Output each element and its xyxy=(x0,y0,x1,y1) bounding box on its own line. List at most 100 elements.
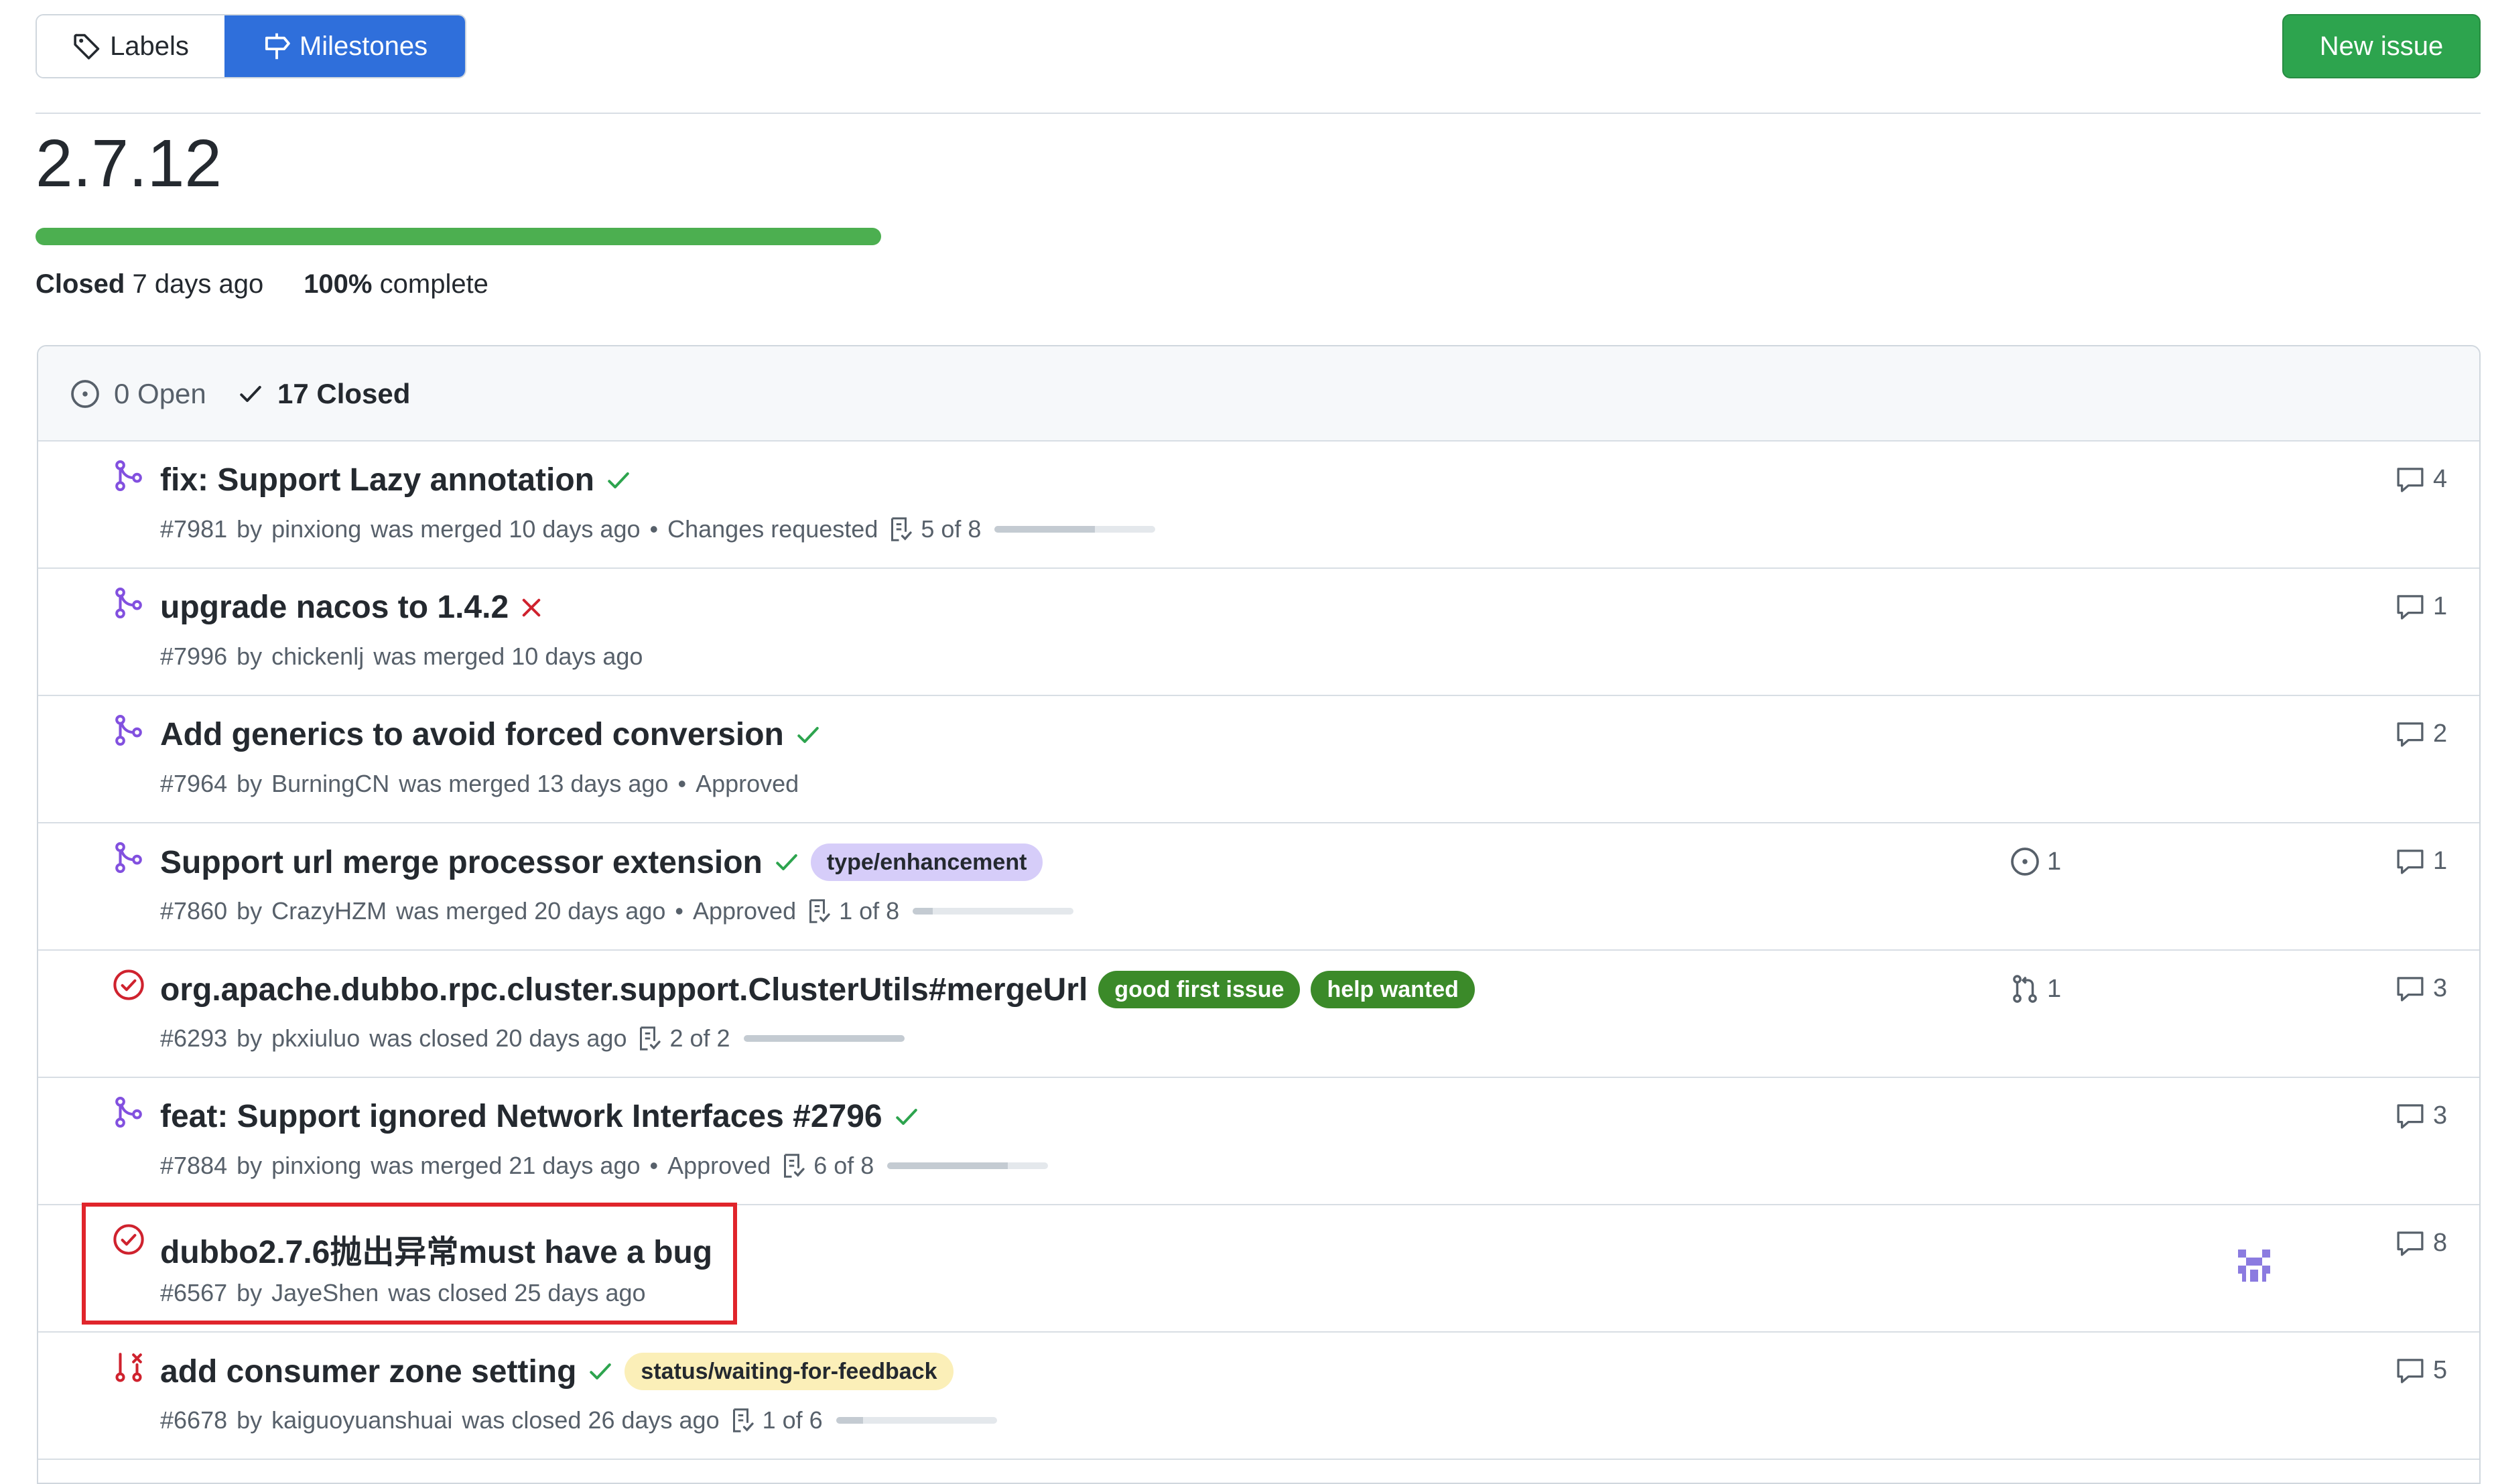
percent-label: 100% xyxy=(304,269,373,299)
comments-count[interactable]: 8 xyxy=(2395,1228,2447,1258)
linked-count[interactable]: 1 xyxy=(2010,846,2061,877)
issue-title-link[interactable]: org.apache.dubbo.rpc.cluster.support.Clu… xyxy=(160,971,1088,1008)
separator-dot: • xyxy=(649,515,659,543)
issue-author[interactable]: pkxiuluo xyxy=(271,1024,360,1053)
comments-count-value: 1 xyxy=(2433,592,2448,620)
issue-label[interactable]: good first issue xyxy=(1098,971,1301,1008)
comments-count[interactable]: 2 xyxy=(2395,719,2447,748)
issue-row[interactable]: fix: Support Lazy annotation #7981 by pinxi… xyxy=(38,442,2479,569)
by-label: by xyxy=(237,897,263,925)
separator-dot: • xyxy=(649,1152,659,1179)
closed-filter[interactable]: 17 Closed xyxy=(237,378,410,410)
issue-action: was merged 10 days ago xyxy=(373,643,643,670)
check-status-icon[interactable] xyxy=(587,1358,614,1385)
comment-icon xyxy=(2397,1231,2424,1256)
issue-author[interactable]: BurningCN xyxy=(271,770,389,798)
task-progress-fill xyxy=(887,1162,1008,1169)
issue-meta: #6678 by kaiguoyuanshuai was closed 26 days… xyxy=(160,1406,997,1434)
issue-number[interactable]: #7981 xyxy=(160,515,227,543)
closed-pr-icon xyxy=(112,1350,145,1384)
check-status-icon[interactable] xyxy=(893,1103,920,1130)
issue-row[interactable]: org.apache.dubbo.rpc.cluster.support.Clu… xyxy=(38,951,2479,1078)
issue-title-link[interactable]: Support url merge processor extension xyxy=(160,844,763,881)
issue-row[interactable]: Add generics to avoid forced conversion #… xyxy=(38,696,2479,823)
issue-row[interactable]: feat: Support ignored Network Interfaces… xyxy=(38,1078,2479,1205)
pull-request-icon xyxy=(2013,975,2037,1003)
comments-count[interactable]: 1 xyxy=(2395,846,2447,876)
merged-pr-icon xyxy=(112,1095,145,1129)
assignee-avatar[interactable] xyxy=(2234,1245,2274,1286)
review-status[interactable]: Approved xyxy=(693,897,796,925)
issue-number[interactable]: #7860 xyxy=(160,897,227,925)
x-status-icon[interactable] xyxy=(519,596,543,620)
milestones-tab[interactable]: Milestones xyxy=(224,15,465,77)
issue-author[interactable]: kaiguoyuanshuai xyxy=(271,1406,452,1434)
issue-number[interactable]: #6293 xyxy=(160,1024,227,1053)
issue-title-link[interactable]: feat: Support ignored Network Interfaces… xyxy=(160,1098,882,1135)
comments-count-value: 3 xyxy=(2433,973,2448,1002)
highlight-box xyxy=(82,1203,737,1325)
issue-row[interactable]: add consumer zone setting status/waiting-… xyxy=(38,1333,2479,1460)
milestones-tab-label: Milestones xyxy=(299,31,428,61)
task-count: 1 of 6 xyxy=(762,1406,823,1434)
comments-count[interactable]: 5 xyxy=(2395,1355,2447,1385)
issue-title-link[interactable]: fix: Support Lazy annotation xyxy=(160,462,594,498)
milestone-progress-bar xyxy=(36,228,881,245)
issue-author[interactable]: pinxiong xyxy=(271,515,361,543)
comments-count[interactable]: 3 xyxy=(2395,1101,2447,1130)
issue-label[interactable]: type/enhancement xyxy=(810,844,1043,881)
issue-number[interactable]: #6678 xyxy=(160,1406,227,1434)
check-status-icon[interactable] xyxy=(605,467,632,494)
issue-label[interactable]: help wanted xyxy=(1311,971,1475,1008)
issue-title-link[interactable]: Add generics to avoid forced conversion xyxy=(160,716,784,753)
task-progress-fill xyxy=(836,1417,863,1424)
issue-title-link[interactable]: upgrade nacos to 1.4.2 xyxy=(160,589,509,626)
merged-pr-icon xyxy=(112,841,145,874)
comment-icon xyxy=(2397,850,2424,874)
issue-title-line: fix: Support Lazy annotation xyxy=(160,462,632,498)
complete-label: complete xyxy=(379,269,488,299)
issue-author[interactable]: pinxiong xyxy=(271,1152,361,1180)
merged-pr-icon xyxy=(112,586,145,620)
labels-tab[interactable]: Labels xyxy=(37,15,224,77)
divider xyxy=(36,113,2481,114)
issue-author[interactable]: chickenlj xyxy=(271,643,364,671)
comments-count-value: 4 xyxy=(2433,464,2448,493)
task-progress: 1 of 8 xyxy=(805,897,1074,925)
milestone-meta: Closed 7 days ago 100% complete xyxy=(36,265,488,303)
milestone-title: 2.7.12 xyxy=(36,126,222,201)
task-count: 5 of 8 xyxy=(921,515,982,543)
check-status-icon[interactable] xyxy=(773,849,800,876)
review-status[interactable]: Approved xyxy=(667,1152,771,1180)
check-status-icon[interactable] xyxy=(795,722,822,748)
task-count: 2 of 2 xyxy=(669,1024,730,1052)
issue-action: was merged 21 days ago xyxy=(371,1152,641,1179)
new-issue-button[interactable]: New issue xyxy=(2282,14,2481,78)
issue-author[interactable]: CrazyHZM xyxy=(271,897,387,925)
review-status[interactable]: Changes requested xyxy=(667,515,878,543)
issue-row[interactable]: upgrade nacos to 1.4.2 #7996 by chickenlj wa… xyxy=(38,569,2479,696)
open-count: 0 Open xyxy=(114,378,206,409)
issue-action: was merged 20 days ago xyxy=(396,897,666,925)
issue-number[interactable]: #7884 xyxy=(160,1152,227,1180)
issue-icon xyxy=(2011,848,2039,876)
task-progress-bar xyxy=(743,1035,905,1042)
comments-count[interactable]: 3 xyxy=(2395,973,2447,1003)
comments-count[interactable]: 1 xyxy=(2395,592,2447,621)
comments-count[interactable]: 4 xyxy=(2395,464,2447,494)
review-status[interactable]: Approved xyxy=(696,770,799,798)
issue-row[interactable]: Support url merge processor extension typ… xyxy=(38,823,2479,951)
linked-count[interactable]: 1 xyxy=(2010,973,2061,1004)
comments-count-value: 1 xyxy=(2433,846,2448,875)
issue-action: was merged 13 days ago xyxy=(399,770,669,797)
issue-number[interactable]: #7996 xyxy=(160,643,227,671)
task-count: 6 of 8 xyxy=(813,1152,874,1179)
issue-title-line: upgrade nacos to 1.4.2 xyxy=(160,589,543,626)
issue-number[interactable]: #7964 xyxy=(160,770,227,798)
task-progress: 2 of 2 xyxy=(636,1024,905,1053)
open-filter[interactable]: 0 Open xyxy=(70,378,206,410)
issue-title-link[interactable]: add consumer zone setting xyxy=(160,1353,576,1390)
comment-icon xyxy=(2397,468,2424,492)
issue-label[interactable]: status/waiting-for-feedback xyxy=(625,1353,954,1390)
issue-title-line: feat: Support ignored Network Interfaces… xyxy=(160,1098,920,1135)
